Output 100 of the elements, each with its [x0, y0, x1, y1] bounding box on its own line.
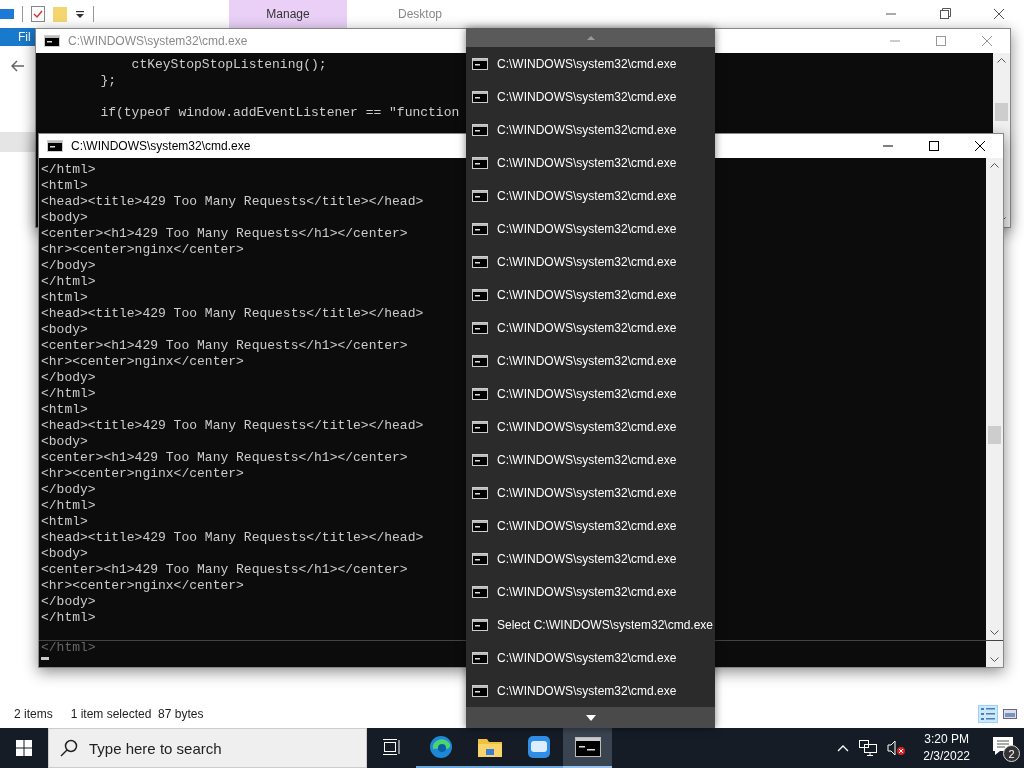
taskbar-button[interactable] — [563, 728, 612, 768]
window-list-item[interactable]: C:\WINDOWS\system32\cmd.exe — [466, 311, 715, 344]
dropdown-icon[interactable] — [75, 9, 85, 19]
console-icon — [44, 35, 60, 47]
window-title: C:\WINDOWS\system32\cmd.exe — [68, 34, 248, 48]
console-line: <hr><center>nginx</center> — [41, 578, 244, 594]
console-icon — [472, 651, 488, 664]
window-list-item[interactable]: C:\WINDOWS\system32\cmd.exe — [466, 212, 715, 245]
console-line: </html> — [41, 386, 96, 402]
console-icon — [472, 387, 488, 400]
scroll-thumb — [995, 103, 1008, 121]
scroll-up-icon[interactable] — [997, 57, 1006, 63]
console-icon — [472, 123, 488, 136]
console-line: <head><title>429 Too Many Requests</title></head> — [41, 530, 424, 546]
notification-count: 2 — [1003, 745, 1020, 762]
search-icon — [60, 739, 78, 757]
window-list-item[interactable]: C:\WINDOWS\system32\cmd.exe — [466, 344, 715, 377]
console-icon — [472, 552, 488, 565]
window-list-item[interactable]: C:\WINDOWS\system32\cmd.exe — [466, 146, 715, 179]
console-line: <center><h1>429 Too Many Requests</h1></center> — [41, 450, 408, 466]
console-icon — [472, 453, 488, 466]
window-list-item[interactable]: C:\WINDOWS\system32\cmd.exe — [466, 509, 715, 542]
window-list-item[interactable]: C:\WINDOWS\system32\cmd.exe — [466, 410, 715, 443]
scroll-down-icon[interactable] — [990, 630, 999, 636]
monitor-icon — [0, 8, 14, 20]
window-list-item[interactable]: C:\WINDOWS\system32\cmd.exe — [466, 377, 715, 410]
console-icon — [472, 90, 488, 103]
window-list-item[interactable]: C:\WINDOWS\system32\cmd.exe — [466, 245, 715, 278]
volume-muted-icon[interactable] — [887, 740, 906, 756]
console-line: </html> — [40, 641, 97, 655]
scroll-down-icon[interactable] — [585, 714, 596, 721]
back-arrow-icon[interactable] — [11, 60, 25, 72]
console-line: <head><title>429 Too Many Requests</title></head> — [41, 418, 424, 434]
console-line: </html> — [41, 162, 96, 178]
details-view-icon — [981, 708, 995, 720]
selected-row — [0, 132, 35, 152]
console-icon — [472, 321, 488, 334]
console-line: if(typeof window.addEventListener == "function — [99, 105, 460, 121]
console-icon — [472, 57, 488, 70]
ribbon-tab[interactable]: Manage — [229, 0, 347, 28]
console-icon — [472, 222, 488, 235]
network-icon[interactable] — [859, 740, 878, 756]
scroll-down-icon[interactable] — [990, 657, 999, 663]
browser-icon — [428, 735, 453, 759]
window-list-item[interactable]: C:\WINDOWS\system32\cmd.exe — [466, 278, 715, 311]
task-view-icon — [382, 739, 401, 755]
window-list-item[interactable]: C:\WINDOWS\system32\cmd.exe — [466, 179, 715, 212]
console-line: </html> — [41, 610, 96, 626]
console-line: </html> — [41, 498, 96, 514]
console-line: <head><title>429 Too Many Requests</title></head> — [41, 306, 424, 322]
console-icon — [47, 140, 63, 152]
chevron-up-icon[interactable] — [837, 744, 850, 752]
console-icon — [472, 288, 488, 301]
console-icon — [472, 486, 488, 499]
console-line: </body> — [41, 594, 96, 610]
window-list-item[interactable]: C:\WINDOWS\system32\cmd.exe — [466, 113, 715, 146]
window-list-item[interactable]: C:\WINDOWS\system32\cmd.exe — [466, 476, 715, 509]
item-count: 2 items — [14, 707, 53, 721]
console-line: <center><h1>429 Too Many Requests</h1></center> — [41, 562, 408, 578]
folder-icon — [477, 737, 502, 757]
console-icon — [472, 255, 488, 268]
file-tab[interactable]: Fil — [0, 28, 35, 46]
console-line: <center><h1>429 Too Many Requests</h1></center> — [41, 226, 408, 242]
details-view-button[interactable] — [978, 705, 998, 723]
window-list-item[interactable]: C:\WINDOWS\system32\cmd.exe — [466, 575, 715, 608]
console-line: <html> — [41, 178, 88, 194]
scroll-up-icon[interactable] — [990, 162, 999, 168]
window-list-item[interactable]: Select C:\WINDOWS\system32\cmd.exe — [466, 608, 715, 641]
console-line: <body> — [41, 546, 88, 562]
console-line: <hr><center>nginx</center> — [41, 242, 244, 258]
thumbnails-view-icon — [1003, 708, 1017, 720]
clock[interactable]: 3:20 PM 2/3/2022 — [923, 731, 970, 765]
selection-info: 1 item selected 87 bytes — [70, 707, 204, 721]
search-field[interactable]: Type here to search — [48, 728, 367, 768]
console-line: }; — [99, 73, 116, 89]
console-line: <hr><center>nginx</center> — [41, 354, 244, 370]
console-line: </body> — [41, 370, 96, 386]
text-cursor — [41, 657, 49, 660]
console-line: <html> — [41, 514, 88, 530]
console-icon — [472, 420, 488, 433]
console-line: <body> — [41, 434, 88, 450]
window-list-item[interactable]: C:\WINDOWS\system32\cmd.exe — [466, 542, 715, 575]
console-icon — [472, 156, 488, 169]
console-line: <center><h1>429 Too Many Requests</h1></center> — [41, 338, 408, 354]
console-icon — [472, 585, 488, 598]
folder-icon — [53, 6, 67, 22]
ribbon-tab[interactable]: Desktop — [361, 0, 479, 28]
console-line: <html> — [41, 290, 88, 306]
console-icon — [472, 189, 488, 202]
window-title: C:\WINDOWS\system32\cmd.exe — [71, 139, 251, 153]
window-list-item[interactable]: C:\WINDOWS\system32\cmd.exe — [466, 443, 715, 476]
window-list-item[interactable]: C:\WINDOWS\system32\cmd.exe — [466, 641, 715, 674]
console-line: </html> — [41, 274, 96, 290]
window-list-item[interactable]: C:\WINDOWS\system32\cmd.exe — [466, 80, 715, 113]
window-list-item[interactable]: C:\WINDOWS\system32\cmd.exe — [466, 674, 715, 707]
console-line: </body> — [41, 482, 96, 498]
windows-logo-icon — [16, 740, 32, 756]
console-line: ctKeyStopStopListening(); — [130, 57, 327, 73]
window-list-item[interactable]: C:\WINDOWS\system32\cmd.exe — [466, 47, 715, 80]
console-line: <body> — [41, 210, 88, 226]
